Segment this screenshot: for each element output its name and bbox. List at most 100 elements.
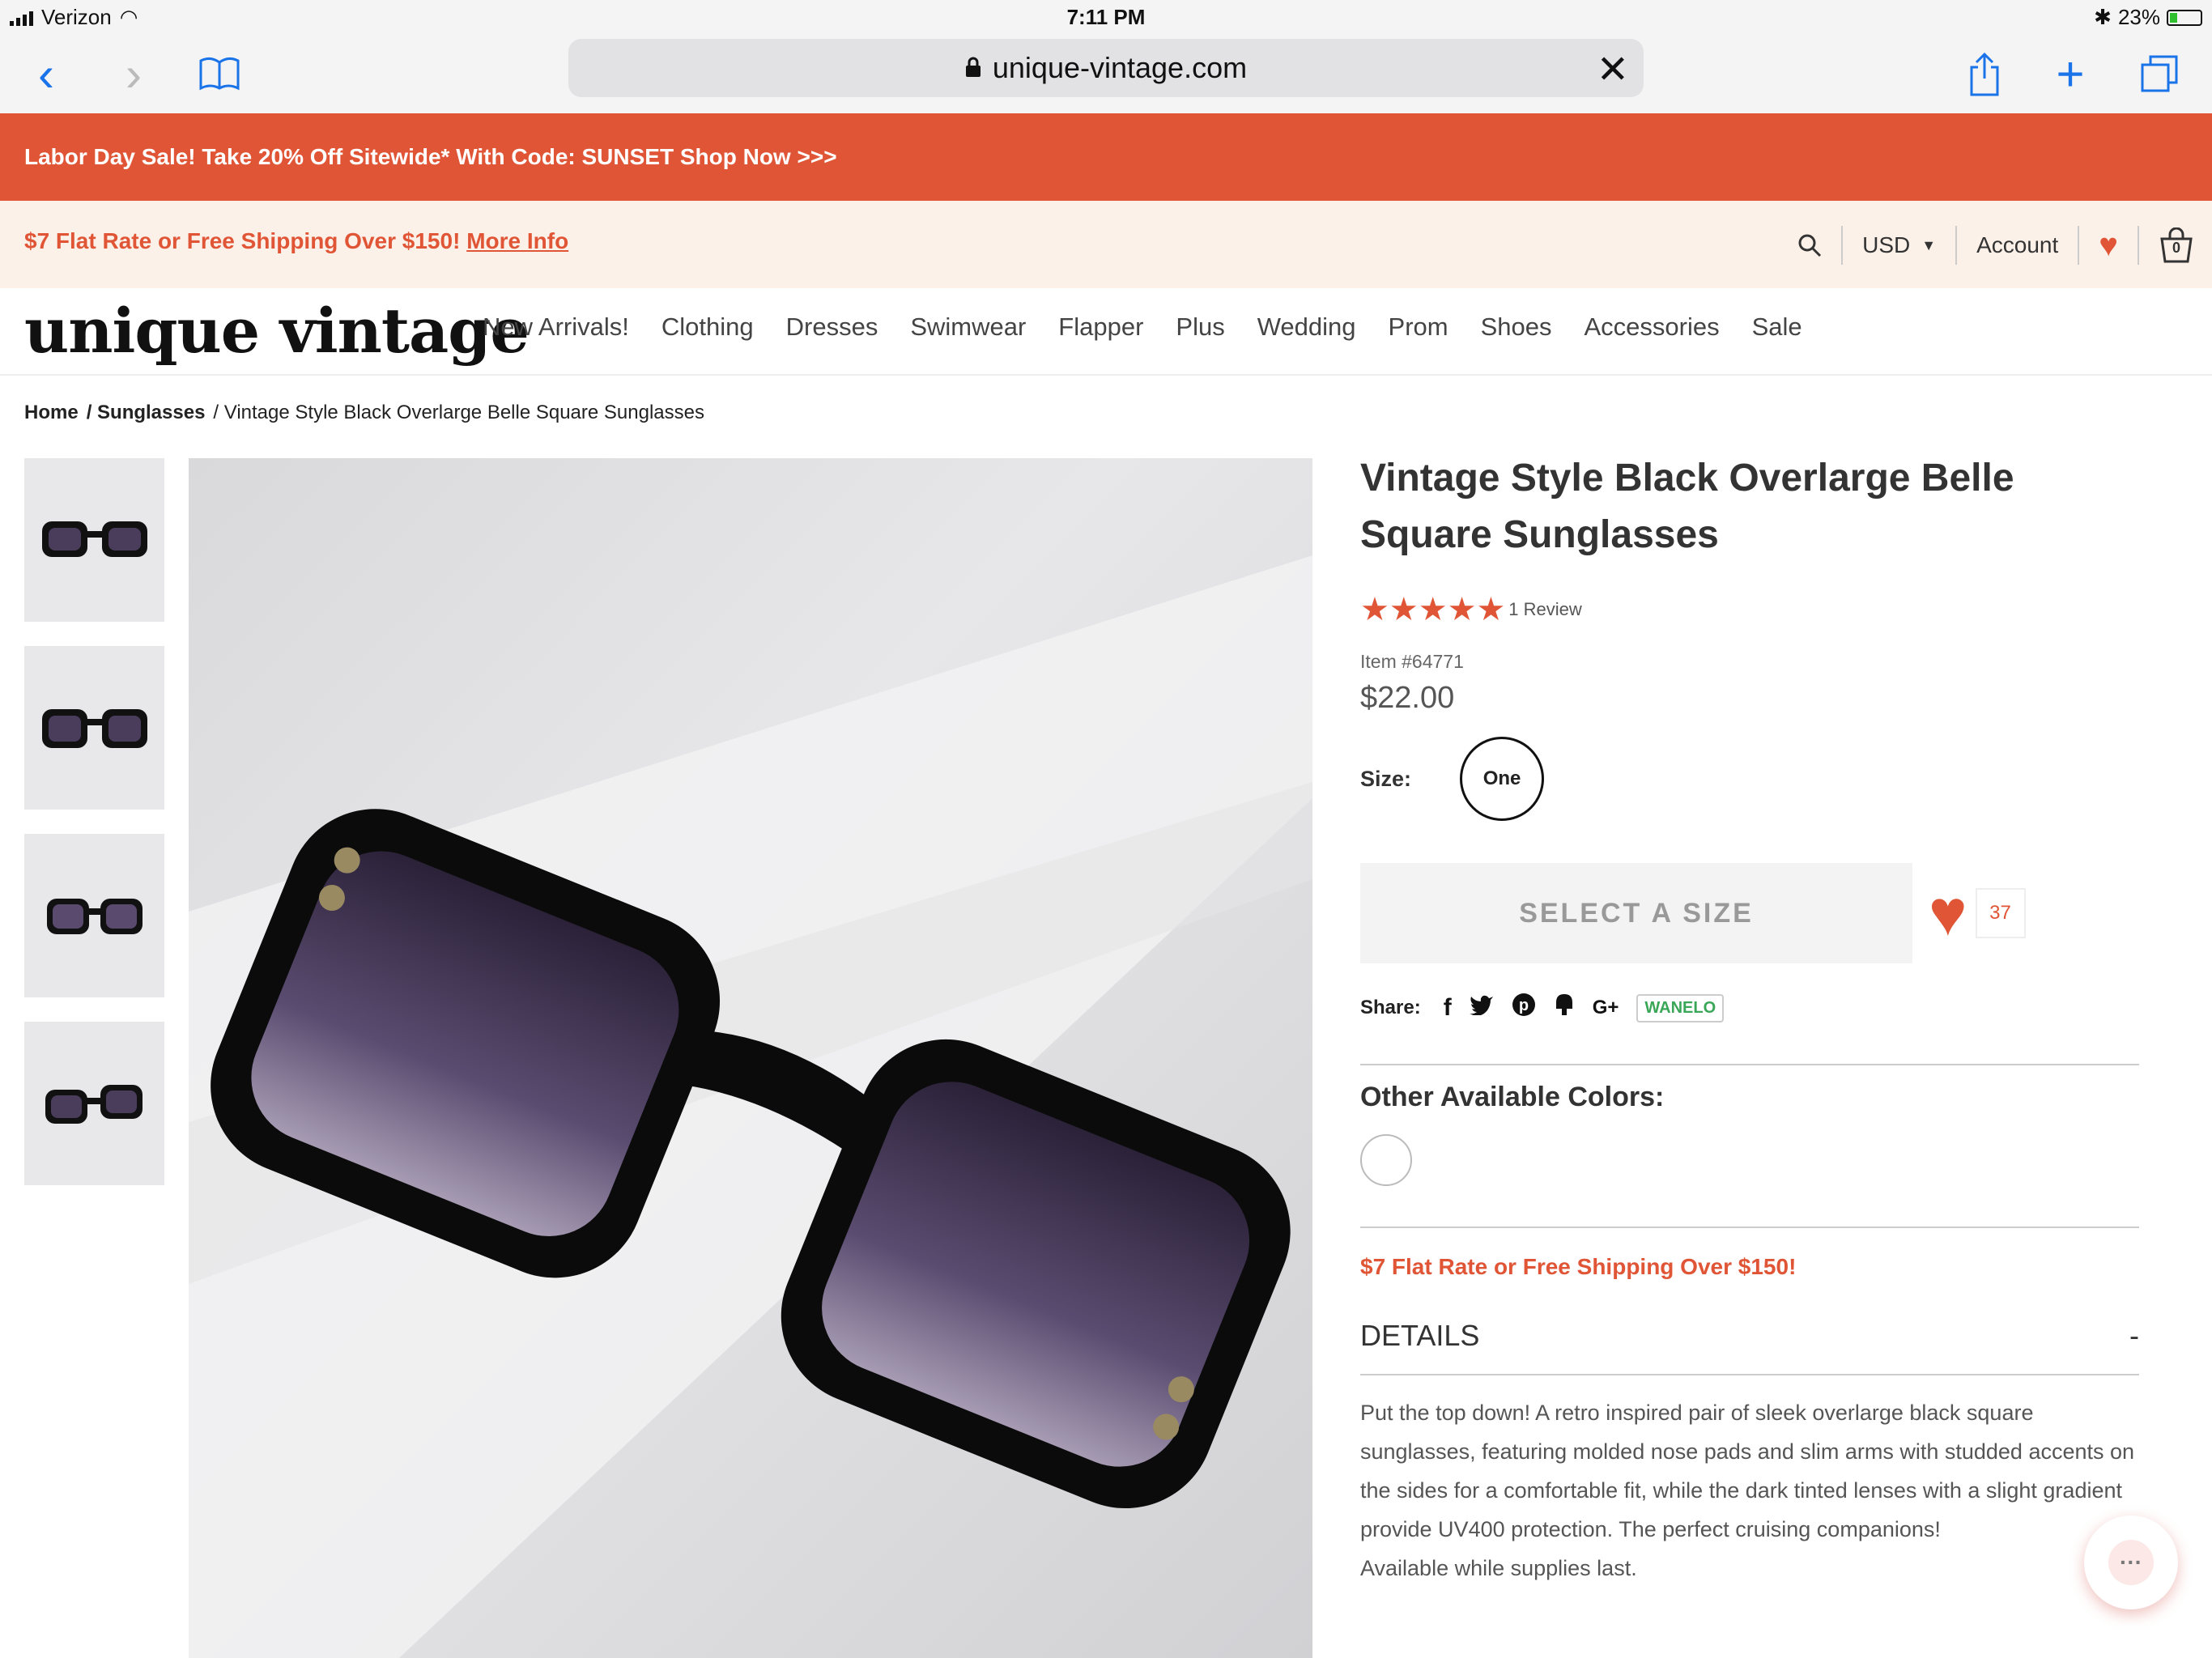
chevron-down-icon: ▼ [1921,236,1937,253]
currency-select[interactable]: USD ▼ [1862,232,1936,258]
battery-icon [2167,9,2202,26]
promo-banner[interactable]: Labor Day Sale! Take 20% Off Sitewide* W… [0,113,2212,201]
twitter-icon[interactable] [1469,994,1494,1022]
nav-new-arrivals[interactable]: New Arrivals! [483,312,629,342]
status-time: 7:11 PM [1066,5,1146,29]
cart-icon[interactable]: 0 [2159,227,2194,263]
nav-accessories[interactable]: Accessories [1585,312,1720,342]
product-info: Vintage Style Black Overlarge Belle Squa… [1360,450,2139,1588]
nav-swimwear[interactable]: Swimwear [910,312,1026,342]
sunglasses-main-image [189,555,1312,1658]
cart-count: 0 [2172,240,2181,256]
wishlist-heart-icon[interactable]: ♥ [1929,881,1967,946]
main-product-image[interactable] [189,458,1312,1658]
nav-dresses[interactable]: Dresses [786,312,878,342]
availability-text: Available while supplies last. [1360,1556,1637,1580]
thumbnail-2[interactable] [24,646,164,810]
breadcrumb-home[interactable]: Home [24,402,79,424]
lock-icon [965,51,981,85]
facebook-icon[interactable]: f [1444,994,1452,1022]
thumbnail-4[interactable] [24,1022,164,1185]
shipping-text: $7 Flat Rate or Free Shipping Over $150! [24,228,461,253]
nav-shoes[interactable]: Shoes [1481,312,1552,342]
new-tab-icon[interactable]: + [2042,45,2099,102]
site-logo[interactable]: unique vintage [24,295,530,367]
close-icon[interactable]: ✕ [1597,47,1629,92]
url-bar[interactable]: unique-vintage.com ✕ [568,39,1644,97]
forward-icon[interactable]: › [105,45,162,102]
promo-text[interactable]: Labor Day Sale! Take 20% Off Sitewide* W… [24,144,837,170]
google-plus-icon[interactable]: G+ [1593,997,1619,1019]
svg-text:p: p [1519,997,1529,1014]
thumbnail-1[interactable] [24,458,164,622]
other-colors-heading: Other Available Colors: [1360,1082,1665,1112]
url-text: unique-vintage.com [992,51,1248,84]
battery-percent: 23% [2117,5,2160,29]
divider [1360,1226,2139,1228]
shipping-bar: $7 Flat Rate or Free Shipping Over $150!… [0,201,2212,288]
divider [1360,1064,2139,1065]
product-description: Put the top down! A retro inspired pair … [1360,1393,2139,1588]
wanelo-button[interactable]: WANELO [1636,993,1725,1022]
breadcrumb-sunglasses[interactable]: / Sunglasses [87,402,206,424]
nav-sale[interactable]: Sale [1752,312,1802,342]
product-price: $22.00 [1360,681,1455,715]
fancy-icon[interactable] [1554,993,1575,1023]
divider [2078,226,2080,265]
collapse-icon[interactable]: - [2129,1319,2139,1353]
pinterest-icon[interactable]: p [1512,993,1536,1023]
sunglasses-thumbnail-image [46,899,143,934]
bookmarks-icon[interactable] [191,45,248,102]
browser-toolbar: ‹ › unique-vintage.com ✕ + [0,34,2212,113]
shipping-note: $7 Flat Rate or Free Shipping Over $150! [1360,1254,1797,1279]
status-bar: Verizon ◠ 7:11 PM ✱ 23% [0,0,2212,34]
nav-wedding[interactable]: Wedding [1257,312,1356,342]
divider [1841,226,1844,265]
breadcrumb: Home / Sunglasses / Vintage Style Black … [24,402,704,424]
share-row: Share: f p G+ WANELO [1360,993,2139,1023]
shipping-text-container: $7 Flat Rate or Free Shipping Over $150!… [24,228,568,254]
rating-stars-icon: ★★★★★ [1360,592,1506,627]
chat-widget-button[interactable]: ··· [2084,1516,2178,1609]
utility-menu: USD ▼ Account ♥ 0 [1797,217,2194,274]
review-count-link[interactable]: 1 Review [1508,599,1581,620]
details-heading: DETAILS [1360,1319,1480,1352]
currency-value: USD [1862,232,1911,257]
site-header: unique vintage New Arrivals! Clothing Dr… [0,288,2212,376]
nav-prom[interactable]: Prom [1389,312,1448,342]
sunglasses-thumbnail-image [41,521,147,557]
back-icon[interactable]: ‹ [18,45,74,102]
thumbnail-3[interactable] [24,834,164,997]
divider [1360,1374,2139,1375]
description-text: Put the top down! A retro inspired pair … [1360,1401,2135,1541]
account-link[interactable]: Account [1976,232,2058,258]
sunglasses-thumbnail-image [45,1085,143,1124]
divider [2138,226,2139,265]
status-right: ✱ 23% [2094,5,2202,30]
nav-plus[interactable]: Plus [1176,312,1224,342]
nav-clothing[interactable]: Clothing [661,312,754,342]
share-label: Share: [1360,997,1421,1018]
size-selector: Size: One [1360,737,2139,821]
product-title: Vintage Style Black Overlarge Belle Squa… [1360,457,2014,556]
main-nav: New Arrivals! Clothing Dresses Swimwear … [483,312,1802,342]
size-option-one[interactable]: One [1460,737,1545,821]
bluetooth-icon: ✱ [2094,5,2112,29]
select-size-button[interactable]: SELECT A SIZE [1360,863,1912,963]
rating: ★★★★★ 1 Review [1360,591,2139,628]
details-accordion-header[interactable]: DETAILS - [1360,1319,2139,1353]
divider [1955,226,1958,265]
breadcrumb-current: / Vintage Style Black Overlarge Belle Sq… [213,402,704,423]
purchase-row: SELECT A SIZE ♥ 37 [1360,863,2139,963]
tabs-icon[interactable] [2131,45,2188,102]
item-number: Item #64771 [1360,651,1464,672]
color-swatch-white[interactable] [1360,1134,1412,1186]
more-info-link[interactable]: More Info [466,228,568,253]
search-icon[interactable] [1797,233,1822,257]
wishlist-heart-icon[interactable]: ♥ [2099,227,2118,264]
nav-flapper[interactable]: Flapper [1058,312,1143,342]
sunglasses-thumbnail-image [41,709,147,748]
share-icon[interactable] [1956,45,2013,102]
chat-bubble-icon: ··· [2108,1540,2154,1585]
wishlist-count: 37 [1975,888,2026,938]
